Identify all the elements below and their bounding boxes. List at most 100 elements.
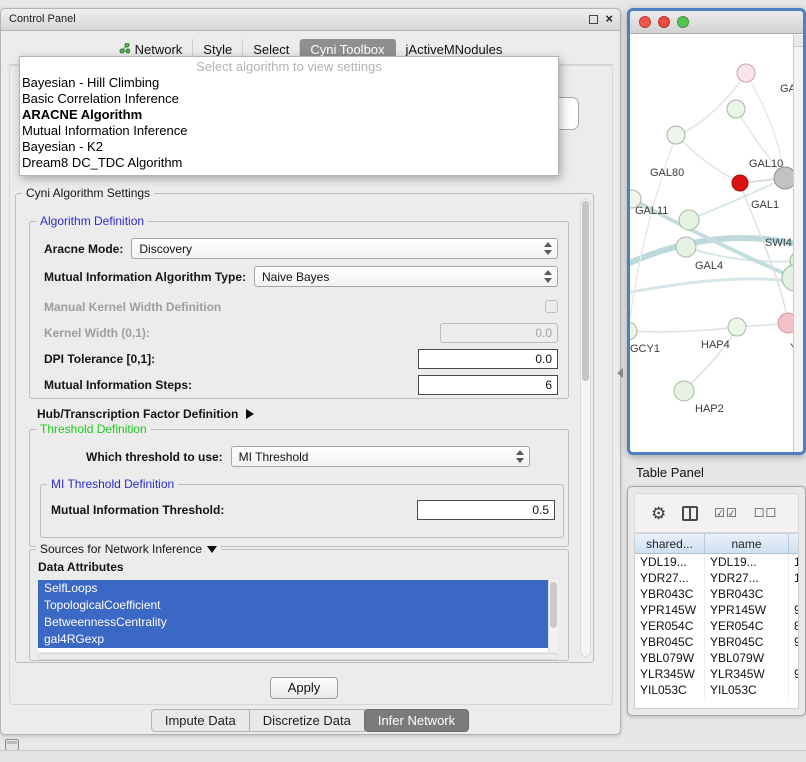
table-header-cell[interactable]: shared... bbox=[635, 534, 705, 553]
panel-collapse-arrow[interactable] bbox=[617, 368, 623, 378]
table-cell[interactable]: YPR145W bbox=[635, 602, 705, 618]
data-attributes-list[interactable]: SelfLoopsTopologicalCoefficientBetweenne… bbox=[38, 580, 558, 652]
algorithm-menu-item[interactable]: Basic Correlation Inference bbox=[20, 91, 558, 107]
table-cell[interactable]: 9. bbox=[789, 634, 798, 650]
algorithm-menu-item[interactable]: Mutual Information Inference bbox=[20, 123, 558, 139]
manual-kernel-width-checkbox[interactable] bbox=[545, 300, 558, 313]
network-node[interactable] bbox=[778, 313, 793, 333]
table-cell[interactable]: YDL19... bbox=[635, 554, 705, 570]
select-all-columns-icon[interactable]: ☑☑ bbox=[714, 506, 738, 520]
attributes-list-scrollbar[interactable] bbox=[548, 580, 558, 652]
algorithm-placeholder-item[interactable]: Select algorithm to view settings bbox=[20, 58, 558, 75]
table-cell[interactable]: 9. bbox=[789, 602, 798, 618]
table-cell[interactable]: YIL053C bbox=[635, 682, 705, 698]
table-cell[interactable]: YBL079W bbox=[705, 650, 789, 666]
table-header-cell[interactable] bbox=[789, 534, 798, 553]
table-cell[interactable]: YER054C bbox=[635, 618, 705, 634]
deselect-all-columns-icon[interactable]: ☐☐ bbox=[754, 506, 778, 520]
attribute-list-item[interactable]: gal4RGexp bbox=[38, 631, 548, 648]
network-node[interactable] bbox=[774, 167, 793, 189]
aracne-mode-select[interactable]: Discovery bbox=[131, 238, 558, 259]
network-node[interactable] bbox=[676, 237, 696, 257]
table-row[interactable]: YLR345WYLR345W9. bbox=[635, 666, 798, 682]
table-cell[interactable]: YLR345W bbox=[705, 666, 789, 682]
float-window-icon[interactable] bbox=[589, 15, 598, 24]
table-cell[interactable]: YDR27... bbox=[635, 570, 705, 586]
tab-infer-network[interactable]: Infer Network bbox=[364, 709, 469, 732]
table-cell[interactable]: YBL079W bbox=[635, 650, 705, 666]
attribute-list-item[interactable]: BetweennessCentrality bbox=[38, 614, 548, 631]
traffic-light-minimize[interactable] bbox=[658, 16, 670, 28]
columns-icon[interactable] bbox=[682, 506, 698, 521]
table-cell[interactable]: YLR345W bbox=[635, 666, 705, 682]
network-node[interactable] bbox=[727, 100, 745, 118]
table-row[interactable]: YBR045CYBR045C9. bbox=[635, 634, 798, 650]
table-cell[interactable] bbox=[789, 650, 798, 666]
mi-algorithm-type-select[interactable]: Naive Bayes bbox=[254, 266, 558, 287]
table-row[interactable]: YBR043CYBR043C bbox=[635, 586, 798, 602]
network-node[interactable] bbox=[674, 381, 694, 401]
traffic-light-close[interactable] bbox=[639, 16, 651, 28]
table-row[interactable]: YPR145WYPR145W9. bbox=[635, 602, 798, 618]
table-row[interactable]: YBL079WYBL079W bbox=[635, 650, 798, 666]
network-window-titlebar[interactable] bbox=[630, 11, 803, 34]
kernel-width-field[interactable]: 0.0 bbox=[440, 323, 558, 343]
table-row[interactable]: YIL053CYIL053C bbox=[635, 682, 798, 698]
table-cell[interactable]: YIL053C bbox=[705, 682, 789, 698]
table-cell[interactable]: 12 bbox=[789, 570, 798, 586]
table-cell[interactable]: YBR045C bbox=[635, 634, 705, 650]
sources-group-title[interactable]: Sources for Network Inference bbox=[36, 542, 221, 556]
mi-steps-field[interactable]: 6 bbox=[418, 375, 558, 395]
table-cell[interactable] bbox=[789, 682, 798, 698]
algorithm-menu-item[interactable]: Bayesian - K2 bbox=[20, 139, 558, 155]
attribute-list-item[interactable]: SelfLoops bbox=[38, 580, 548, 597]
gear-icon[interactable]: ⚙ bbox=[651, 505, 666, 522]
algorithm-menu-item[interactable]: Bayesian - Hill Climbing bbox=[20, 75, 558, 91]
table-row[interactable]: YDR27...YDR27...12 bbox=[635, 570, 798, 586]
table-cell[interactable]: 8. bbox=[789, 618, 798, 634]
table-cell[interactable] bbox=[789, 586, 798, 602]
table-header-cell[interactable]: name bbox=[705, 534, 789, 553]
network-node[interactable] bbox=[737, 64, 755, 82]
close-icon[interactable]: × bbox=[605, 13, 613, 25]
attributes-list-scrollbar-thumb[interactable] bbox=[550, 582, 557, 628]
tab-impute-data[interactable]: Impute Data bbox=[151, 709, 250, 732]
network-node[interactable] bbox=[782, 265, 793, 291]
node-table[interactable]: shared...name YDL19...YDL19...13YDR27...… bbox=[634, 533, 799, 709]
network-node[interactable] bbox=[630, 322, 637, 340]
network-node[interactable] bbox=[732, 175, 748, 191]
table-row[interactable]: YER054CYER054C8. bbox=[635, 618, 798, 634]
table-cell[interactable]: YBR043C bbox=[635, 586, 705, 602]
traffic-light-zoom[interactable] bbox=[677, 16, 689, 28]
attribute-list-item[interactable]: TopologicalCoefficient bbox=[38, 597, 548, 614]
network-node[interactable] bbox=[728, 318, 746, 336]
scroll-up-icon[interactable] bbox=[794, 35, 803, 47]
collapse-down-icon[interactable] bbox=[207, 546, 217, 553]
table-row[interactable]: YDL19...YDL19...13 bbox=[635, 554, 798, 570]
attributes-list-hscrollbar[interactable] bbox=[38, 653, 558, 660]
table-cell[interactable]: 13 bbox=[789, 554, 798, 570]
network-node[interactable] bbox=[667, 126, 685, 144]
table-cell[interactable]: YBR043C bbox=[705, 586, 789, 602]
dpi-tolerance-field[interactable]: 0.0 bbox=[418, 349, 558, 369]
tab-discretize-data[interactable]: Discretize Data bbox=[249, 709, 365, 732]
network-scrollbar[interactable] bbox=[793, 35, 803, 452]
mi-threshold-field[interactable]: 0.5 bbox=[417, 500, 555, 520]
settings-scrollbar[interactable] bbox=[580, 199, 591, 657]
network-node[interactable] bbox=[679, 210, 699, 230]
control-panel-titlebar[interactable]: Control Panel × bbox=[1, 9, 620, 31]
algorithm-menu-item[interactable]: Dream8 DC_TDC Algorithm bbox=[20, 155, 558, 171]
algorithm-menu-item[interactable]: ARACNE Algorithm bbox=[20, 107, 558, 123]
table-cell[interactable]: YBR045C bbox=[705, 634, 789, 650]
hub-definition-toggle[interactable]: Hub/Transcription Factor Definition bbox=[37, 407, 254, 421]
network-canvas[interactable]: GAL80GAL10GALGAL11GAL1SWI4GAL4GCY1HAP4YH… bbox=[630, 35, 793, 452]
table-cell[interactable]: YDR27... bbox=[705, 570, 789, 586]
expand-right-icon[interactable] bbox=[246, 409, 254, 419]
which-threshold-select[interactable]: MI Threshold bbox=[231, 446, 530, 467]
table-cell[interactable]: YDL19... bbox=[705, 554, 789, 570]
apply-button[interactable]: Apply bbox=[270, 677, 338, 699]
settings-scrollbar-thumb[interactable] bbox=[582, 201, 589, 381]
table-cell[interactable]: YER054C bbox=[705, 618, 789, 634]
table-cell[interactable]: YPR145W bbox=[705, 602, 789, 618]
table-cell[interactable]: 9. bbox=[789, 666, 798, 682]
